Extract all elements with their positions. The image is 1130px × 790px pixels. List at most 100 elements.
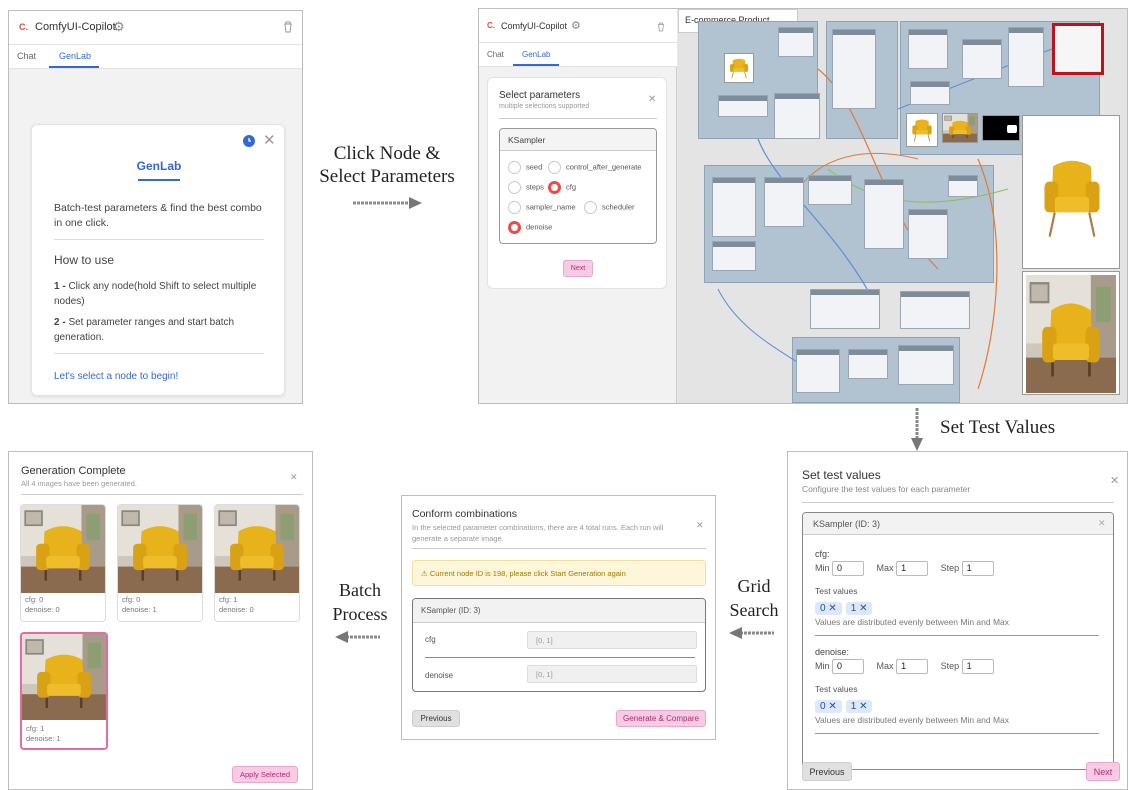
workflow-node[interactable] [962,39,1002,79]
previous-button[interactable]: Previous [412,710,460,727]
workflow-node[interactable] [810,289,880,329]
right-arrow-icon [353,197,422,209]
warning-icon: ⚠ [421,569,428,578]
workflow-node[interactable] [1008,27,1044,87]
divider [54,353,264,354]
close-icon[interactable]: ✕ [290,472,298,483]
param-scheduler[interactable]: scheduler [584,201,635,214]
workflow-node[interactable] [898,345,954,385]
result-image [21,505,105,593]
panel-subtitle: All 4 images have been generated. [21,479,137,488]
min-input[interactable]: 0 [832,659,865,674]
close-icon[interactable]: ✕ [1098,518,1106,529]
genlab-intro-panel: C. ComfyUI-Copilot ⚙ Chat GenLab ✕ GenLa… [8,10,303,404]
test-values-label: Test values [815,684,858,694]
tab-genlab[interactable]: GenLab [59,51,91,61]
begin-link[interactable]: Let's select a node to begin! [54,371,178,382]
value-chip[interactable]: 0 ✕ [815,700,842,713]
result-denoise: denoise: 1 [122,605,157,614]
checkbox-scheduler[interactable] [584,201,597,214]
previous-button[interactable]: Previous [802,762,852,781]
settings-icon[interactable]: ⚙ [113,19,125,35]
checkbox-cfg[interactable] [548,181,561,194]
checkbox-steps[interactable] [508,181,521,194]
close-icon[interactable]: ✕ [1110,474,1119,487]
min-input[interactable]: 0 [832,561,865,576]
workflow-node[interactable] [864,179,904,249]
max-input[interactable]: 1 [896,659,929,674]
param-seed[interactable]: seed [508,161,542,174]
test-values-label: Test values [815,586,858,596]
result-card-selected[interactable]: cfg: 1 denoise: 1 [20,632,108,750]
value-chip[interactable]: 1 ✕ [845,602,873,615]
down-arrow-icon [911,408,923,451]
panel-title: Set test values [802,468,881,482]
result-card[interactable]: cfg: 0 denoise: 1 [117,504,203,622]
step-label-2: Set Test Values [940,417,1056,438]
workflow-node[interactable] [764,177,804,227]
value-chip[interactable]: 0 ✕ [815,602,842,615]
workflow-node[interactable] [774,93,820,139]
result-image [118,505,202,593]
step-label-4: Batch Process [332,580,388,624]
generation-complete-panel: Generation Complete All 4 images have be… [8,451,313,790]
divider [21,494,303,495]
checkbox-seed[interactable] [508,161,521,174]
checkbox-denoise[interactable] [508,221,521,234]
param-sampler-name[interactable]: sampler_name [508,201,576,214]
generate-compare-button[interactable]: Generate & Compare [616,710,706,727]
workflow-node[interactable] [908,29,948,69]
close-icon[interactable]: ✕ [696,520,704,531]
workflow-node[interactable] [808,175,852,205]
checkbox-control-after-generate[interactable] [548,161,561,174]
step-label-3: Grid Search [729,576,779,620]
workflow-node[interactable] [948,175,978,197]
workflow-node[interactable] [796,349,840,393]
tab-genlab[interactable]: GenLab [522,50,550,59]
divider [815,635,1099,636]
workflow-node[interactable] [910,81,950,105]
workflow-node[interactable] [712,177,756,237]
tab-chat[interactable]: Chat [17,51,36,61]
param-cfg[interactable]: cfg [548,181,576,194]
workflow-node[interactable] [848,349,888,379]
param-denoise[interactable]: denoise [508,221,552,234]
workflow-node[interactable] [778,27,814,57]
next-button[interactable]: Next [1086,762,1120,781]
node-header-label: KSampler (ID: 3) [421,606,481,615]
result-denoise: denoise: 0 [25,605,60,614]
card-title-underline [138,179,180,181]
next-button[interactable]: Next [563,260,593,277]
node-name: KSampler [508,135,546,145]
max-input[interactable]: 1 [896,561,929,576]
range-row-denoise: Min 0 Max 1 Step 1 [815,659,994,674]
apply-selected-button[interactable]: Apply Selected [232,766,298,783]
clock-icon[interactable] [243,135,255,147]
trash-icon[interactable] [283,21,293,33]
close-icon[interactable]: ✕ [263,131,276,149]
tab-bar: Chat GenLab [9,45,302,69]
result-card[interactable]: cfg: 0 denoise: 0 [20,504,106,622]
param-control-after-generate[interactable]: control_after_generate [548,161,641,174]
result-card[interactable]: cfg: 1 denoise: 0 [214,504,300,622]
param-steps[interactable]: steps [508,181,544,194]
select-parameters-panel: C. ComfyUI-Copilot ⚙ Chat GenLab Select … [478,8,1128,404]
workflow-canvas[interactable]: E-commerce Product ... [678,9,1127,403]
app-title: ComfyUI-Copilot [501,21,568,31]
checkbox-sampler-name[interactable] [508,201,521,214]
node-header: KSampler (ID: 3) ✕ [803,513,1113,535]
workflow-node[interactable] [900,291,970,329]
value-chip[interactable]: 1 ✕ [845,700,873,713]
select-params-card: Select parameters multiple selections su… [487,77,667,289]
tab-chat[interactable]: Chat [487,50,504,59]
close-icon[interactable]: ✕ [648,94,656,105]
settings-icon[interactable]: ⚙ [571,19,581,32]
workflow-node[interactable] [718,95,768,117]
workflow-node[interactable] [832,29,876,109]
workflow-node[interactable] [712,241,756,271]
step-input[interactable]: 1 [961,659,994,674]
denoise-value-field: [0, 1] [527,665,697,683]
step-input[interactable]: 1 [961,561,994,576]
workflow-node[interactable] [908,209,948,259]
trash-icon[interactable] [657,22,665,32]
